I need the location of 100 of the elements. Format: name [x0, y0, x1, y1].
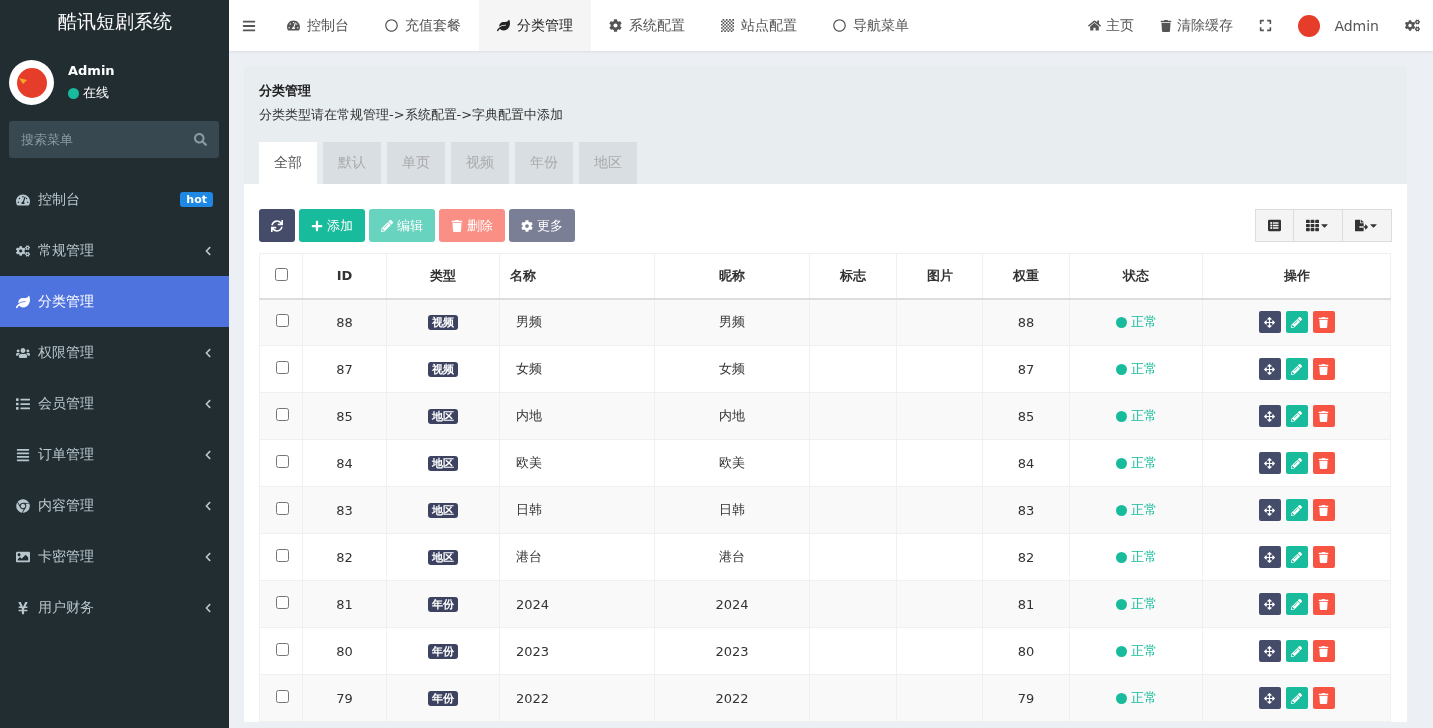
column-header: 状态: [1069, 253, 1203, 299]
table-cell: 84: [982, 439, 1070, 487]
nav-tab[interactable]: 系统配置: [591, 0, 703, 51]
table-cell: 88: [302, 298, 387, 346]
sidebar-item[interactable]: 权限管理: [0, 327, 229, 378]
plus-icon: [311, 219, 323, 232]
sidebar-item[interactable]: 常规管理: [0, 225, 229, 276]
delete-row-button[interactable]: [1312, 311, 1335, 334]
row-checkbox[interactable]: [276, 455, 289, 468]
table-cell: 79: [982, 674, 1070, 722]
sidebar-item[interactable]: 会员管理: [0, 378, 229, 429]
table-cell: 男频: [654, 298, 810, 346]
settings-icon[interactable]: [1405, 18, 1420, 33]
pencil-icon: [1291, 504, 1302, 516]
delete-row-button[interactable]: [1312, 405, 1335, 427]
table-cell: 欧美: [499, 439, 655, 487]
status-label: 正常: [1130, 595, 1157, 613]
pencil-icon: [1291, 410, 1302, 422]
gears-icon: [16, 243, 30, 258]
home-link[interactable]: 主页: [1075, 16, 1148, 35]
move-icon: [1264, 551, 1275, 563]
nav-tab[interactable]: 分类管理: [479, 0, 591, 51]
sidebar-item[interactable]: 控制台 hot: [0, 174, 229, 225]
move-icon: [1264, 457, 1275, 469]
move-icon: [1264, 410, 1275, 422]
pencil-icon: [1291, 692, 1302, 704]
column-header: 图片: [896, 253, 983, 299]
delete-row-button[interactable]: [1312, 687, 1335, 709]
select-all-checkbox[interactable]: [274, 267, 288, 281]
delete-row-button[interactable]: [1312, 593, 1335, 615]
sidebar-item[interactable]: 分类管理: [0, 276, 229, 327]
drag-button[interactable]: [1258, 358, 1281, 380]
card-view-button[interactable]: [1255, 209, 1294, 242]
pencil-icon: [1291, 316, 1302, 328]
filter-tab[interactable]: 全部: [259, 142, 317, 184]
export-icon: [1355, 219, 1368, 232]
drag-button[interactable]: [1258, 405, 1281, 427]
drag-button[interactable]: [1258, 546, 1281, 568]
drag-button[interactable]: [1258, 311, 1281, 334]
delete-row-button[interactable]: [1312, 452, 1335, 474]
table-cell: 港台: [499, 533, 655, 581]
move-icon: [1264, 316, 1275, 328]
column-header: 操作: [1202, 253, 1391, 299]
table-cell: 男频: [499, 298, 655, 346]
row-checkbox[interactable]: [276, 408, 289, 421]
row-checkbox[interactable]: [276, 361, 289, 374]
delete-row-button[interactable]: [1312, 358, 1335, 380]
column-header: 标志: [809, 253, 897, 299]
sidebar-label: 订单管理: [38, 445, 95, 464]
row-checkbox[interactable]: [276, 596, 289, 609]
leaf-icon: [497, 19, 510, 32]
chrome-icon: [16, 498, 30, 513]
table-cell: 女频: [654, 345, 810, 393]
nav-tab[interactable]: 导航菜单: [815, 0, 927, 51]
type-tag: 地区: [428, 456, 458, 471]
sidebar-label: 权限管理: [38, 343, 95, 362]
row-checkbox[interactable]: [276, 502, 289, 515]
column-header: ID: [302, 253, 387, 299]
row-checkbox[interactable]: [276, 549, 289, 562]
fullscreen-icon[interactable]: [1259, 19, 1273, 32]
table-cell: 2022: [654, 674, 810, 722]
row-checkbox[interactable]: [276, 643, 289, 656]
sidebar-item[interactable]: 订单管理: [0, 429, 229, 480]
table-cell: 81: [302, 580, 387, 628]
sidebar-item[interactable]: 卡密管理: [0, 531, 229, 582]
sidebar-item[interactable]: 内容管理: [0, 480, 229, 531]
trash-icon: [1318, 692, 1329, 704]
nav-tab[interactable]: 站点配置: [703, 0, 815, 51]
pencil-icon: [1291, 598, 1302, 610]
drag-button[interactable]: [1258, 452, 1281, 474]
checker-icon: [721, 19, 734, 32]
drag-button[interactable]: [1258, 499, 1281, 521]
user-menu[interactable]: Admin: [1285, 14, 1392, 37]
row-checkbox[interactable]: [276, 690, 289, 703]
status-label: 正常: [1130, 313, 1157, 332]
pencil-icon: [1291, 457, 1302, 469]
delete-row-button[interactable]: [1312, 546, 1335, 568]
leaf-icon: [16, 294, 30, 309]
sidebar-item[interactable]: 用户财务: [0, 582, 229, 633]
trash-icon: [1318, 316, 1329, 328]
table-cell: 女频: [499, 345, 655, 393]
drag-button[interactable]: [1258, 640, 1281, 662]
more-button[interactable]: 更多: [509, 209, 575, 242]
column-header: 昵称: [654, 253, 810, 299]
clear-cache-link[interactable]: 清除缓存: [1147, 16, 1247, 35]
table-cell: 83: [982, 486, 1070, 534]
drag-button[interactable]: [1258, 593, 1281, 615]
export-button[interactable]: [1342, 209, 1392, 242]
menu-icon[interactable]: [242, 18, 256, 33]
search-field[interactable]: 搜索菜单: [9, 121, 219, 158]
delete-row-button[interactable]: [1312, 499, 1335, 521]
drag-button[interactable]: [1258, 687, 1281, 709]
columns-button[interactable]: [1293, 209, 1343, 242]
table-cell: 87: [982, 345, 1070, 393]
delete-row-button[interactable]: [1312, 640, 1335, 662]
row-checkbox[interactable]: [276, 314, 289, 328]
nav-tab[interactable]: 充值套餐: [367, 0, 479, 51]
refresh-button[interactable]: [259, 209, 295, 242]
nav-tab[interactable]: 控制台: [269, 0, 367, 51]
search-icon[interactable]: [194, 133, 207, 146]
